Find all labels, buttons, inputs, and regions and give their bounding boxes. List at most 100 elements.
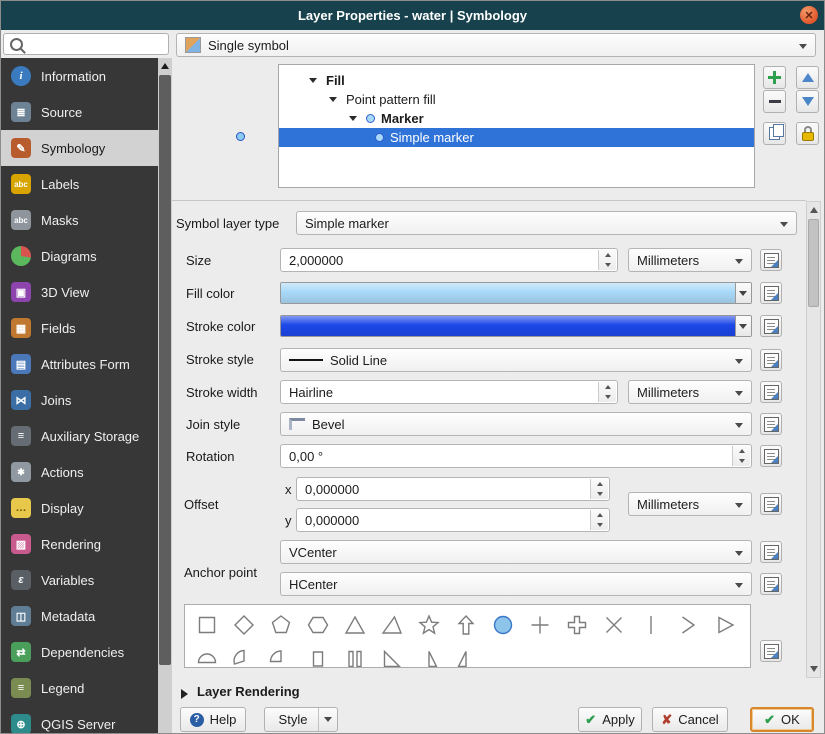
symbol-layer-type-combo[interactable]: Simple marker — [296, 211, 797, 235]
spinner-buttons[interactable] — [590, 479, 608, 499]
vertical-anchor-combo[interactable]: VCenter — [280, 540, 752, 564]
size-override-button[interactable] — [760, 249, 782, 271]
quarter-square-shape[interactable] — [299, 642, 336, 667]
diagonal-half-square-shape[interactable] — [373, 642, 410, 667]
arrowhead-shape[interactable] — [669, 608, 706, 642]
sidebar-item-dependencies[interactable]: Dependencies — [0, 634, 158, 670]
tree-item-point-pattern-fill[interactable]: Point pattern fill — [279, 90, 754, 109]
line-shape[interactable] — [632, 608, 669, 642]
sidebar-item-labels[interactable]: Labels — [0, 166, 158, 202]
stroke-style-override-button[interactable] — [760, 349, 782, 371]
apply-button[interactable]: Apply — [578, 707, 642, 732]
sidebar-item-source[interactable]: Source — [0, 94, 158, 130]
sidebar-item-diagrams[interactable]: Diagrams — [0, 238, 158, 274]
properties-scrollbar-thumb[interactable] — [808, 219, 819, 307]
horizontal-anchor-override-button[interactable] — [760, 573, 782, 595]
sidebar-item-actions[interactable]: Actions — [0, 454, 158, 490]
cross-fill-shape[interactable] — [558, 608, 595, 642]
sidebar-item-fields[interactable]: Fields — [0, 310, 158, 346]
hexagon-shape[interactable] — [299, 608, 336, 642]
renderer-combo[interactable]: Single symbol — [176, 33, 816, 57]
spin-up-icon[interactable] — [599, 382, 616, 392]
rotation-override-button[interactable] — [760, 445, 782, 467]
search-input[interactable] — [28, 35, 168, 53]
sidebar-scrollbar[interactable] — [158, 58, 172, 734]
rotation-input[interactable]: 0,00 ° — [280, 444, 752, 468]
arrow-shape[interactable] — [447, 608, 484, 642]
sidebar-item-display[interactable]: Display — [0, 490, 158, 526]
style-button[interactable]: Style — [264, 707, 338, 732]
pentagon-shape[interactable] — [262, 608, 299, 642]
stroke-width-input[interactable]: Hairline — [280, 380, 618, 404]
sidebar-item-symbology[interactable]: Symbology — [0, 130, 158, 166]
spin-down-icon[interactable] — [733, 456, 750, 466]
half-square-shape[interactable] — [336, 642, 373, 667]
expander-icon[interactable] — [349, 116, 357, 121]
spinner-buttons[interactable] — [598, 250, 616, 270]
stroke-color-override-button[interactable] — [760, 315, 782, 337]
tree-item-simple-marker[interactable]: Simple marker — [279, 128, 754, 147]
offset-unit-combo[interactable]: Millimeters — [628, 492, 752, 516]
chevron-down-icon[interactable] — [735, 283, 751, 303]
layer-rendering-header[interactable]: Layer Rendering — [197, 684, 300, 699]
move-down-button[interactable] — [796, 90, 819, 113]
join-style-override-button[interactable] — [760, 413, 782, 435]
expander-icon[interactable] — [329, 97, 337, 102]
spin-up-icon[interactable] — [591, 510, 608, 520]
collapse-triangle-icon[interactable] — [181, 689, 188, 699]
left-half-triangle-shape[interactable] — [447, 642, 484, 667]
scroll-up-icon[interactable] — [158, 58, 172, 73]
tree-item-fill[interactable]: Fill — [279, 71, 754, 90]
spin-down-icon[interactable] — [599, 260, 616, 270]
spinner-buttons[interactable] — [732, 446, 750, 466]
spin-up-icon[interactable] — [591, 479, 608, 489]
add-symbol-layer-button[interactable] — [763, 66, 786, 89]
fill-color-button[interactable] — [280, 282, 752, 304]
stroke-color-button[interactable] — [280, 315, 752, 337]
sidebar-item-3d-view[interactable]: 3D View — [0, 274, 158, 310]
diamond-shape[interactable] — [225, 608, 262, 642]
stroke-width-unit-combo[interactable]: Millimeters — [628, 380, 752, 404]
sidebar-item-metadata[interactable]: Metadata — [0, 598, 158, 634]
fill-color-override-button[interactable] — [760, 282, 782, 304]
sidebar-item-attributes-form[interactable]: Attributes Form — [0, 346, 158, 382]
spin-up-icon[interactable] — [733, 446, 750, 456]
semi-circle-shape[interactable] — [188, 642, 225, 667]
third-circle-shape[interactable] — [225, 642, 262, 667]
offset-override-button[interactable] — [760, 493, 782, 515]
chevron-down-icon[interactable] — [318, 708, 337, 731]
square-shape[interactable] — [188, 608, 225, 642]
remove-symbol-layer-button[interactable] — [763, 90, 786, 113]
sidebar-search[interactable] — [3, 33, 169, 55]
filled-arrowhead-shape[interactable] — [706, 608, 743, 642]
close-icon[interactable] — [800, 6, 818, 24]
duplicate-symbol-layer-button[interactable] — [763, 122, 786, 145]
sidebar-item-joins[interactable]: Joins — [0, 382, 158, 418]
sidebar-item-rendering[interactable]: Rendering — [0, 526, 158, 562]
spinner-buttons[interactable] — [598, 382, 616, 402]
sidebar-scrollbar-thumb[interactable] — [159, 75, 171, 665]
lock-colors-button[interactable] — [796, 122, 819, 145]
scroll-up-icon[interactable] — [807, 203, 820, 217]
vertical-anchor-override-button[interactable] — [760, 541, 782, 563]
offset-y-input[interactable]: 0,000000 — [296, 508, 610, 532]
tree-item-marker[interactable]: Marker — [279, 109, 754, 128]
cross-shape[interactable] — [521, 608, 558, 642]
sidebar-item-information[interactable]: Information — [0, 58, 158, 94]
spin-down-icon[interactable] — [591, 489, 608, 499]
sidebar-item-qgis-server[interactable]: QGIS Server — [0, 706, 158, 734]
circle-shape[interactable] — [484, 608, 521, 642]
sidebar-item-auxiliary-storage[interactable]: Auxiliary Storage — [0, 418, 158, 454]
move-up-button[interactable] — [796, 66, 819, 89]
equilateral-triangle-shape[interactable] — [373, 608, 410, 642]
sidebar-item-variables[interactable]: Variables — [0, 562, 158, 598]
stroke-width-override-button[interactable] — [760, 381, 782, 403]
shape-override-button[interactable] — [760, 640, 782, 662]
chevron-down-icon[interactable] — [735, 316, 751, 336]
titlebar[interactable]: Layer Properties - water | Symbology — [0, 0, 825, 30]
triangle-shape[interactable] — [336, 608, 373, 642]
join-style-combo[interactable]: Bevel — [280, 412, 752, 436]
right-half-triangle-shape[interactable] — [410, 642, 447, 667]
stroke-style-combo[interactable]: Solid Line — [280, 348, 752, 372]
size-input[interactable]: 2,000000 — [280, 248, 618, 272]
